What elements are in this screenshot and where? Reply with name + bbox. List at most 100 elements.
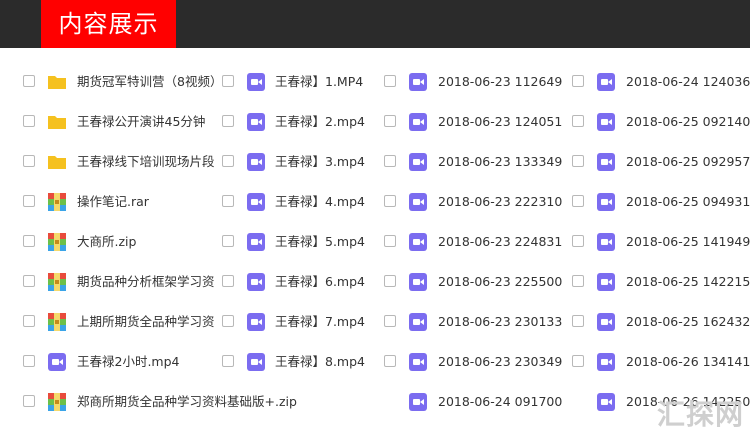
video-icon (596, 352, 616, 372)
file-checkbox[interactable] (572, 275, 584, 287)
file-checkbox[interactable] (384, 315, 396, 327)
file-name[interactable]: 2018-06-23 112649.m (438, 62, 563, 102)
file-checkbox[interactable] (222, 315, 234, 327)
video-icon (246, 112, 266, 132)
file-checkbox[interactable] (572, 155, 584, 167)
file-name[interactable]: 王春禄公开演讲45分钟 (77, 102, 215, 142)
file-checkbox[interactable] (384, 195, 396, 207)
header-bar: 内容展示 (0, 0, 750, 48)
table-row: 上期所期货全品种学习资料 王春禄】7.mp4 2018-06-23 230133.m… (0, 302, 750, 342)
file-name[interactable]: 2018-06-24 124036.m (626, 62, 750, 102)
file-name[interactable]: 2018-06-23 133349.m (438, 142, 563, 182)
file-name[interactable]: 2018-06-25 162432.m (626, 302, 750, 342)
file-name[interactable]: 王春禄】3.mp4 (275, 142, 375, 182)
file-name[interactable]: 操作笔记.rar (77, 182, 215, 222)
video-icon (408, 232, 428, 252)
video-icon (596, 272, 616, 292)
file-checkbox[interactable] (222, 195, 234, 207)
file-name[interactable]: 王春禄线下培训现场片段 (77, 142, 215, 182)
file-name[interactable]: 2018-06-23 225500.m (438, 262, 563, 302)
file-name[interactable]: 期货品种分析框架学习资料 (77, 262, 215, 302)
file-name[interactable]: 2018-06-23 222310.m (438, 182, 563, 222)
file-checkbox[interactable] (572, 195, 584, 207)
file-checkbox[interactable] (23, 155, 35, 167)
file-checkbox[interactable] (222, 75, 234, 87)
file-checkbox[interactable] (572, 315, 584, 327)
folder-icon (47, 152, 67, 172)
file-name[interactable]: 2018-06-26 134141.m (626, 342, 750, 382)
table-row: 期货品种分析框架学习资料 王春禄】6.mp4 2018-06-23 225500.m… (0, 262, 750, 302)
table-row: 期货冠军特训营（8视频） 王春禄】1.MP4 2018-06-23 112649.m… (0, 62, 750, 102)
page-title: 内容展示 (41, 0, 176, 48)
video-icon (246, 152, 266, 172)
table-row: 操作笔记.rar 王春禄】4.mp4 2018-06-23 222310.m 2018… (0, 182, 750, 222)
file-checkbox[interactable] (572, 235, 584, 247)
file-checkbox[interactable] (222, 235, 234, 247)
file-name[interactable]: 期货冠军特训营（8视频） (77, 62, 215, 102)
file-name[interactable]: 大商所.zip (77, 222, 215, 262)
file-name[interactable]: 王春禄】2.mp4 (275, 102, 375, 142)
video-icon (408, 352, 428, 372)
video-icon (596, 72, 616, 92)
file-name[interactable]: 2018-06-25 141949.m (626, 222, 750, 262)
video-icon (408, 192, 428, 212)
file-checkbox[interactable] (222, 155, 234, 167)
file-checkbox[interactable] (572, 115, 584, 127)
file-checkbox[interactable] (23, 75, 35, 87)
file-checkbox[interactable] (572, 355, 584, 367)
video-icon (246, 352, 266, 372)
file-name[interactable]: 2018-06-25 094931.m (626, 182, 750, 222)
file-name[interactable]: 2018-06-23 124051.m (438, 102, 563, 142)
file-name[interactable]: 王春禄】1.MP4 (275, 62, 375, 102)
file-name[interactable]: 2018-06-23 230133.m (438, 302, 563, 342)
video-icon (408, 272, 428, 292)
video-icon (596, 112, 616, 132)
file-name[interactable]: 郑商所期货全品种学习资料基础版+.zip (77, 382, 337, 422)
video-icon (596, 312, 616, 332)
file-checkbox[interactable] (384, 155, 396, 167)
file-checkbox[interactable] (222, 275, 234, 287)
video-icon (408, 392, 428, 412)
video-icon (246, 312, 266, 332)
table-row: 郑商所期货全品种学习资料基础版+.zip2018-06-24 091700.m2… (0, 382, 750, 422)
video-icon (596, 152, 616, 172)
file-name[interactable]: 王春禄】4.mp4 (275, 182, 375, 222)
file-checkbox[interactable] (384, 235, 396, 247)
file-name[interactable]: 王春禄】8.mp4 (275, 342, 375, 382)
file-name[interactable]: 2018-06-25 142215.m (626, 262, 750, 302)
file-checkbox[interactable] (384, 75, 396, 87)
file-checkbox[interactable] (23, 315, 35, 327)
archive-icon (47, 312, 67, 332)
file-name[interactable]: 2018-06-23 224831.m (438, 222, 563, 262)
video-icon (408, 152, 428, 172)
file-checkbox[interactable] (384, 275, 396, 287)
file-name[interactable]: 2018-06-24 091700.m (438, 382, 563, 422)
folder-icon (47, 112, 67, 132)
table-row: 王春禄公开演讲45分钟 王春禄】2.mp4 2018-06-23 124051.m 2… (0, 102, 750, 142)
archive-icon (47, 192, 67, 212)
file-checkbox[interactable] (222, 355, 234, 367)
file-name[interactable]: 王春禄】7.mp4 (275, 302, 375, 342)
file-checkbox[interactable] (23, 275, 35, 287)
file-name[interactable]: 上期所期货全品种学习资料 (77, 302, 215, 342)
file-name[interactable]: 王春禄2小时.mp4 (77, 342, 215, 382)
file-checkbox[interactable] (222, 115, 234, 127)
file-checkbox[interactable] (23, 395, 35, 407)
file-checkbox[interactable] (23, 235, 35, 247)
video-icon (408, 312, 428, 332)
video-icon (246, 272, 266, 292)
file-checkbox[interactable] (572, 75, 584, 87)
video-icon (596, 232, 616, 252)
file-checkbox[interactable] (23, 195, 35, 207)
file-checkbox[interactable] (384, 355, 396, 367)
file-checkbox[interactable] (23, 115, 35, 127)
video-icon (408, 112, 428, 132)
file-name[interactable]: 2018-06-23 230349.m (438, 342, 563, 382)
file-name[interactable]: 2018-06-25 092140.m (626, 102, 750, 142)
file-name[interactable]: 王春禄】6.mp4 (275, 262, 375, 302)
file-checkbox[interactable] (384, 115, 396, 127)
archive-icon (47, 272, 67, 292)
file-name[interactable]: 2018-06-25 092957.m (626, 142, 750, 182)
file-name[interactable]: 王春禄】5.mp4 (275, 222, 375, 262)
file-checkbox[interactable] (23, 355, 35, 367)
